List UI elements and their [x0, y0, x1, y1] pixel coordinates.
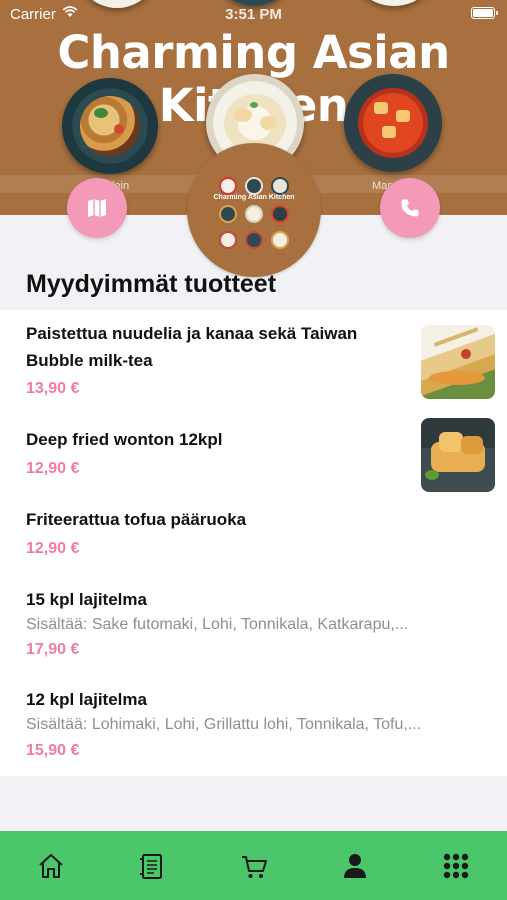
product-image	[421, 325, 495, 399]
product-item[interactable]: Paistettua nuudelia ja kanaa sekä Taiwan…	[0, 310, 507, 400]
map-button[interactable]	[67, 178, 127, 238]
home-icon	[39, 854, 63, 878]
battery-icon	[471, 7, 498, 19]
product-item[interactable]: Friteerattua tofua pääruoka 12,90 €	[0, 500, 507, 570]
hero-plate-noodles	[62, 78, 158, 174]
app-screen: Charming Asian Kitchen lein Man Carrier	[0, 0, 507, 900]
phone-icon	[401, 199, 419, 217]
product-image	[421, 418, 495, 492]
logo-plate	[271, 231, 289, 249]
status-time: 3:51 PM	[225, 6, 282, 23]
tab-more[interactable]	[438, 848, 474, 884]
product-name: Deep fried wonton 12kpl	[26, 430, 223, 449]
product-price: 12,90 €	[26, 460, 80, 477]
tab-bar	[0, 831, 507, 900]
grid-icon	[443, 853, 469, 879]
product-description: Sisältää: Sake futomaki, Lohi, Tonnikala…	[26, 616, 409, 633]
phone-button[interactable]	[380, 178, 440, 238]
product-description: Sisältää: Lohimaki, Lohi, Grillattu lohi…	[26, 716, 422, 733]
cart-icon	[242, 856, 267, 878]
logo-plate	[219, 205, 237, 223]
map-icon	[88, 199, 106, 217]
product-name: 12 kpl lajitelma	[26, 690, 147, 709]
product-item[interactable]: Deep fried wonton 12kpl 12,90 €	[0, 410, 507, 492]
product-name: Friteerattua tofua pääruoka	[26, 510, 247, 529]
logo-plate	[271, 205, 289, 223]
product-price: 13,90 €	[26, 380, 80, 397]
tab-home[interactable]	[33, 848, 69, 884]
tab-profile[interactable]	[337, 848, 373, 884]
product-item[interactable]: 15 kpl lajitelma Sisältää: Sake futomaki…	[0, 580, 507, 670]
logo-title: Charming Asian Kitchen	[213, 194, 295, 201]
logo-plate	[219, 177, 237, 195]
tab-menu[interactable]	[134, 848, 170, 884]
logo-plate	[219, 231, 237, 249]
logo-plate	[245, 177, 263, 195]
product-price: 12,90 €	[26, 540, 80, 557]
product-item[interactable]: 12 kpl lajitelma Sisältää: Lohimaki, Loh…	[0, 680, 507, 770]
profile-icon	[344, 854, 366, 878]
product-name: Paistettua nuudelia ja kanaa sekä Taiwan…	[26, 324, 358, 370]
product-name: 15 kpl lajitelma	[26, 590, 147, 609]
logo-plate	[245, 231, 263, 249]
logo-plate	[245, 205, 263, 223]
restaurant-logo: Charming Asian Kitchen	[187, 143, 321, 277]
product-price: 15,90 €	[26, 742, 80, 759]
status-bar: Carrier 3:51 PM	[0, 0, 507, 28]
tab-cart[interactable]	[236, 848, 272, 884]
section-title: Myydyimmät tuotteet	[26, 270, 277, 298]
logo-plate	[271, 177, 289, 195]
product-list: Paistettua nuudelia ja kanaa sekä Taiwan…	[0, 310, 507, 776]
hero-plate-tofu	[344, 74, 442, 172]
menu-icon	[140, 854, 162, 879]
product-price: 17,90 €	[26, 641, 80, 658]
